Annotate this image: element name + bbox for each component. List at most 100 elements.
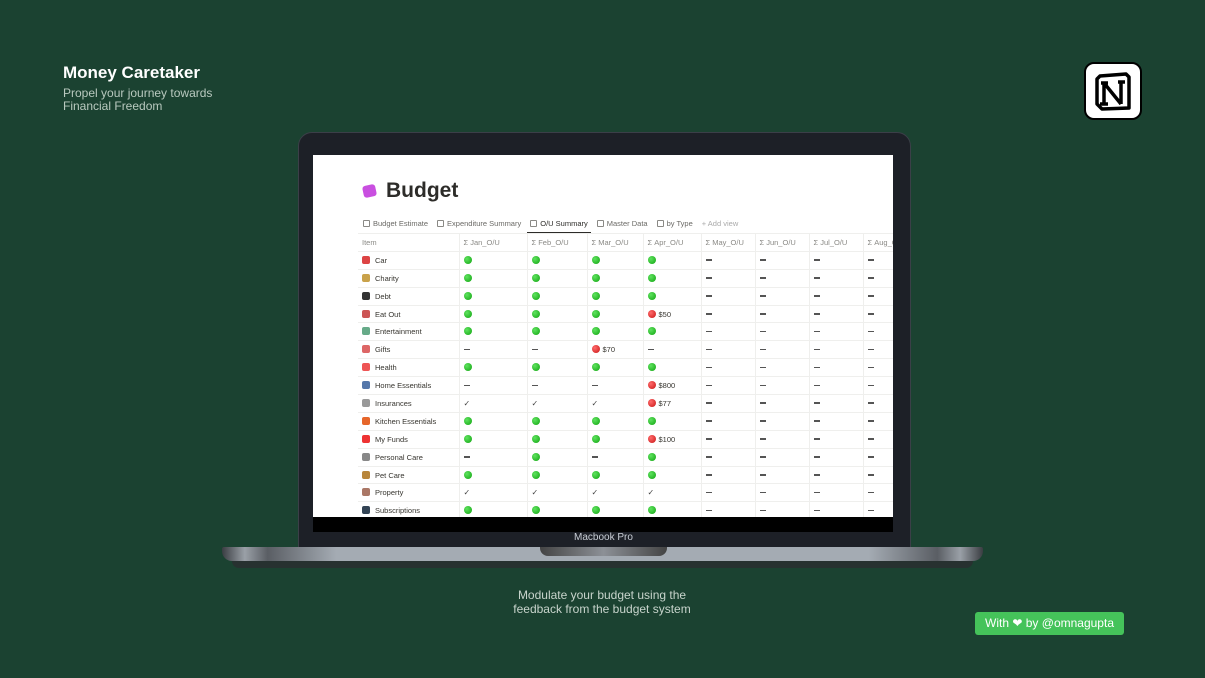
- ou-cell[interactable]: [459, 376, 528, 396]
- ou-cell[interactable]: [527, 466, 588, 485]
- ou-cell[interactable]: ✓: [587, 394, 644, 413]
- table-row[interactable]: Insurances ✓ ✓ ✓ $77: [358, 394, 893, 413]
- column-header[interactable]: Σ Jan_O/U: [459, 233, 528, 252]
- ou-cell[interactable]: [459, 412, 528, 431]
- ou-cell[interactable]: [809, 412, 864, 431]
- ou-cell[interactable]: [863, 412, 893, 431]
- ou-cell[interactable]: [755, 448, 810, 467]
- ou-cell[interactable]: [643, 322, 702, 342]
- ou-cell[interactable]: [809, 305, 864, 324]
- ou-cell[interactable]: $77: [643, 394, 702, 413]
- item-cell[interactable]: Personal Care: [358, 448, 460, 467]
- credit-badge[interactable]: With ❤ by @omnagupta: [975, 612, 1124, 635]
- ou-cell[interactable]: [809, 269, 864, 288]
- column-header[interactable]: Σ Jun_O/U: [755, 233, 810, 252]
- ou-cell[interactable]: [755, 287, 810, 306]
- ou-cell[interactable]: [643, 251, 702, 270]
- ou-cell[interactable]: [459, 305, 528, 324]
- ou-cell[interactable]: [459, 466, 528, 485]
- ou-cell[interactable]: [701, 448, 756, 467]
- ou-cell[interactable]: ✓: [643, 483, 702, 503]
- table-row[interactable]: Entertainment: [358, 322, 893, 342]
- column-header[interactable]: Σ Aug_O/U: [863, 233, 893, 252]
- item-cell[interactable]: Gifts: [358, 340, 460, 360]
- ou-cell[interactable]: [527, 448, 588, 467]
- ou-cell[interactable]: [459, 501, 528, 517]
- ou-cell[interactable]: $70: [587, 340, 644, 360]
- ou-cell[interactable]: [459, 358, 528, 378]
- ou-cell[interactable]: [809, 251, 864, 270]
- ou-cell[interactable]: $100: [643, 430, 702, 449]
- ou-cell[interactable]: [809, 394, 864, 413]
- ou-cell[interactable]: [643, 269, 702, 288]
- ou-cell[interactable]: [701, 466, 756, 485]
- ou-cell[interactable]: [863, 501, 893, 517]
- ou-cell[interactable]: [863, 483, 893, 503]
- item-cell[interactable]: Car: [358, 251, 460, 270]
- table-row[interactable]: My Funds $100: [358, 430, 893, 449]
- ou-cell[interactable]: [755, 305, 810, 324]
- ou-cell[interactable]: [701, 305, 756, 324]
- ou-cell[interactable]: [459, 251, 528, 270]
- ou-cell[interactable]: [701, 251, 756, 270]
- ou-cell[interactable]: [809, 483, 864, 503]
- ou-cell[interactable]: [459, 340, 528, 360]
- column-header[interactable]: Σ May_O/U: [701, 233, 756, 252]
- ou-cell[interactable]: [701, 269, 756, 288]
- ou-cell[interactable]: [527, 358, 588, 378]
- table-row[interactable]: Property ✓ ✓ ✓ ✓: [358, 483, 893, 503]
- ou-cell[interactable]: [587, 287, 644, 306]
- ou-cell[interactable]: [643, 448, 702, 467]
- ou-cell[interactable]: [459, 269, 528, 288]
- ou-cell[interactable]: [587, 251, 644, 270]
- ou-cell[interactable]: [643, 501, 702, 517]
- ou-cell[interactable]: [701, 394, 756, 413]
- ou-cell[interactable]: [587, 376, 644, 396]
- item-cell[interactable]: Subscriptions: [358, 501, 460, 517]
- item-cell[interactable]: Health: [358, 358, 460, 378]
- ou-cell[interactable]: [863, 394, 893, 413]
- ou-cell[interactable]: [863, 340, 893, 360]
- ou-cell[interactable]: [863, 376, 893, 396]
- ou-cell[interactable]: [587, 501, 644, 517]
- ou-cell[interactable]: [701, 412, 756, 431]
- item-cell[interactable]: Charity: [358, 269, 460, 288]
- tab-budget-estimate[interactable]: Budget Estimate: [363, 215, 428, 232]
- ou-cell[interactable]: [527, 322, 588, 342]
- ou-cell[interactable]: [755, 358, 810, 378]
- ou-cell[interactable]: [755, 466, 810, 485]
- ou-cell[interactable]: [527, 430, 588, 449]
- table-row[interactable]: Car: [358, 251, 893, 270]
- ou-cell[interactable]: [755, 483, 810, 503]
- ou-cell[interactable]: [527, 305, 588, 324]
- ou-cell[interactable]: [701, 322, 756, 342]
- ou-cell[interactable]: [587, 466, 644, 485]
- column-header[interactable]: Σ Apr_O/U: [643, 233, 702, 252]
- ou-cell[interactable]: [527, 412, 588, 431]
- add-view-button[interactable]: + Add view: [702, 215, 738, 232]
- ou-cell[interactable]: [643, 412, 702, 431]
- ou-cell[interactable]: [701, 430, 756, 449]
- ou-cell[interactable]: [863, 466, 893, 485]
- column-header[interactable]: Σ Mar_O/U: [587, 233, 644, 252]
- table-row[interactable]: Gifts $70: [358, 340, 893, 360]
- ou-cell[interactable]: [755, 412, 810, 431]
- table-row[interactable]: Eat Out $50: [358, 305, 893, 324]
- ou-cell[interactable]: [755, 430, 810, 449]
- item-cell[interactable]: Home Essentials: [358, 376, 460, 396]
- ou-cell[interactable]: [527, 269, 588, 288]
- ou-cell[interactable]: [701, 358, 756, 378]
- ou-cell[interactable]: [701, 483, 756, 503]
- ou-cell[interactable]: [863, 269, 893, 288]
- column-header[interactable]: Σ Jul_O/U: [809, 233, 864, 252]
- ou-cell[interactable]: [587, 430, 644, 449]
- ou-cell[interactable]: [863, 448, 893, 467]
- item-cell[interactable]: Eat Out: [358, 305, 460, 324]
- ou-cell[interactable]: [587, 412, 644, 431]
- item-cell[interactable]: Property: [358, 483, 460, 503]
- ou-cell[interactable]: [863, 322, 893, 342]
- ou-cell[interactable]: [459, 448, 528, 467]
- ou-cell[interactable]: ✓: [587, 483, 644, 503]
- ou-cell[interactable]: [755, 501, 810, 517]
- ou-cell[interactable]: [863, 305, 893, 324]
